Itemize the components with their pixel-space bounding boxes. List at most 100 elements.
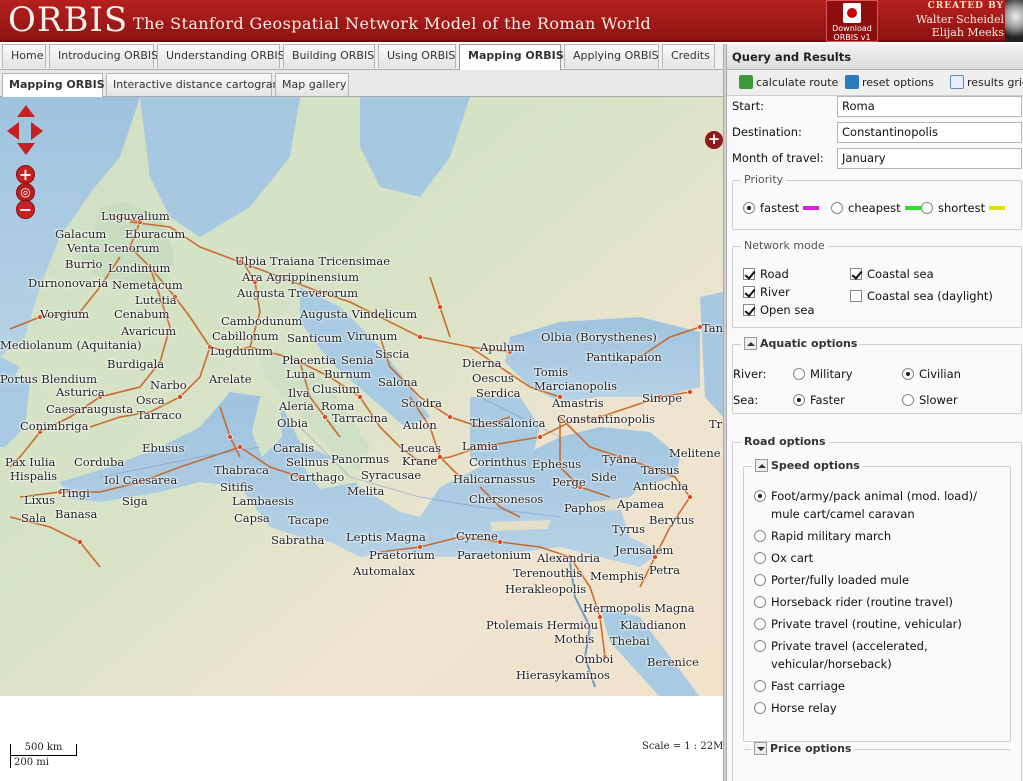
network-legend: Network mode	[741, 239, 828, 252]
military-label: Military	[810, 367, 853, 381]
reset-options-button[interactable]: reset options	[845, 74, 934, 92]
speed-option-radio[interactable]: Rapid military march	[754, 527, 891, 545]
place-label: Panormus	[331, 452, 390, 466]
place-label: Clusium	[312, 382, 360, 396]
radio-icon	[754, 702, 766, 714]
speed-option-radio[interactable]: Foot/army/pack animal (mod. load)/ mule c…	[754, 487, 977, 523]
place-label: Avaricum	[121, 324, 177, 338]
river-checkbox[interactable]: River	[743, 285, 790, 300]
place-label: Pax Iulia	[5, 455, 56, 469]
collapse-up-icon[interactable]	[755, 459, 768, 472]
layer-switcher-icon[interactable]: +	[705, 131, 723, 149]
priority-cheapest-radio[interactable]: cheapest	[831, 201, 921, 216]
month-select[interactable]: January	[837, 148, 1022, 169]
download-orbis-button[interactable]: Download ORBIS v1	[826, 0, 878, 42]
river-military-radio[interactable]: Military	[793, 367, 853, 382]
results-grid-button[interactable]: results grid	[950, 74, 1023, 92]
reset-icon	[845, 75, 859, 89]
start-input[interactable]: Roma	[837, 96, 1022, 117]
pan-left-icon[interactable]	[7, 122, 19, 140]
place-label: Placentia	[282, 353, 337, 367]
place-label: Dierna	[462, 356, 502, 370]
aquatic-legend[interactable]: Aquatic options	[741, 337, 861, 350]
tab-applying[interactable]: Applying ORBIS	[564, 44, 659, 68]
cheapest-swatch	[904, 206, 921, 210]
place-label: Mediolanum (Aquitania)	[0, 338, 142, 352]
tab-understanding[interactable]: Understanding ORBIS	[157, 44, 285, 68]
place-label: Caesaraugusta	[46, 402, 134, 416]
created-by-label: CREATED BY	[927, 1, 1004, 11]
place-label: Ebusus	[142, 441, 185, 455]
place-label: Tarsus	[641, 463, 680, 477]
tab-using[interactable]: Using ORBIS	[378, 44, 456, 68]
place-label: Ptolemais Hermiou	[486, 618, 599, 632]
orbis-logo[interactable]: ORBIS	[8, 0, 128, 40]
tab-introducing[interactable]: Introducing ORBIS	[49, 44, 158, 68]
coastal-sea-checkbox[interactable]: Coastal sea	[850, 267, 934, 282]
pan-up-icon[interactable]	[17, 105, 35, 117]
price-options-fieldset: Price options	[743, 742, 1011, 779]
place-label: Paraetonium	[457, 548, 532, 562]
place-label: Santicum	[287, 331, 343, 345]
destination-input[interactable]: Constantinopolis	[837, 122, 1022, 143]
open-sea-checkbox[interactable]: Open sea	[743, 303, 815, 318]
speed-option-radio[interactable]: Horseback rider (routine travel)	[754, 593, 953, 611]
speed-option-radio[interactable]: Porter/fully loaded mule	[754, 571, 909, 589]
place-label: Burrio	[65, 257, 103, 271]
coastal-daylight-checkbox[interactable]: Coastal sea (daylight)	[850, 289, 993, 304]
pan-right-icon[interactable]	[31, 122, 43, 140]
speed-option-radio[interactable]: Private travel (accelerated, vehicular/ho…	[754, 637, 928, 673]
place-label: Conimbriga	[20, 419, 89, 433]
speed-option-radio[interactable]: Horse relay	[754, 699, 837, 717]
tab-home[interactable]: Home	[2, 44, 46, 68]
zoom-out-icon[interactable]: −	[16, 200, 35, 219]
speed-option-label: Private travel (accelerated,	[771, 639, 928, 653]
place-label: Scodra	[401, 396, 442, 410]
tab-mapping[interactable]: Mapping ORBIS	[459, 44, 564, 70]
main-tab-bar: Home Introducing ORBIS Understanding ORB…	[0, 44, 724, 70]
place-label: Luguvalium	[101, 209, 170, 223]
place-label: Halicarnassus	[453, 472, 536, 486]
speed-option-radio[interactable]: Private travel (routine, vehicular)	[754, 615, 962, 633]
radio-icon	[831, 202, 843, 214]
calculate-route-button[interactable]: calculate route	[739, 74, 838, 92]
radio-icon	[793, 368, 805, 380]
tab-building[interactable]: Building ORBIS	[283, 44, 375, 68]
place-label: Hierasykaminos	[516, 668, 610, 682]
river-civilian-radio[interactable]: Civilian	[902, 367, 961, 382]
place-label: Paphos	[564, 501, 606, 515]
sea-slower-radio[interactable]: Slower	[902, 393, 958, 408]
credits-block: CREATED BY Walter Scheidel Elijah Meeks	[880, 0, 1004, 39]
subtab-cartogram[interactable]: Interactive distance cartogram	[106, 73, 283, 96]
subtab-mapping-orbis[interactable]: Mapping ORBIS	[2, 73, 105, 97]
place-label: Melita	[347, 484, 385, 498]
sub-tab-bar: Mapping ORBIS Interactive distance carto…	[0, 70, 724, 97]
place-label: Sala	[21, 511, 47, 525]
priority-fastest-radio[interactable]: fastest	[743, 201, 820, 216]
place-label: Salona	[378, 375, 418, 389]
panel-title: Query and Results	[727, 44, 1023, 70]
tab-credits[interactable]: Credits	[662, 44, 715, 68]
speed-options-fieldset: Speed options Foot/army/pack animal (mod…	[743, 459, 1011, 742]
pan-down-icon[interactable]	[17, 143, 35, 155]
speed-legend[interactable]: Speed options	[752, 459, 863, 472]
subtab-map-gallery[interactable]: Map gallery	[275, 73, 349, 96]
place-label: Aulon	[403, 418, 437, 432]
place-label: Londinium	[108, 261, 171, 275]
radio-icon	[754, 596, 766, 608]
speed-option-radio[interactable]: Fast carriage	[754, 677, 845, 695]
place-label: Carthago	[290, 470, 345, 484]
collapse-up-icon[interactable]	[744, 337, 757, 350]
priority-shortest-radio[interactable]: shortest	[921, 201, 1006, 216]
price-legend[interactable]: Price options	[751, 742, 855, 755]
expand-down-icon[interactable]	[754, 742, 767, 755]
slower-label: Slower	[919, 393, 958, 407]
zoom-in-icon[interactable]: +	[16, 165, 35, 184]
sea-faster-radio[interactable]: Faster	[793, 393, 845, 408]
place-label: Antiochia	[633, 479, 689, 493]
place-label: Banasa	[55, 507, 98, 521]
road-checkbox[interactable]: Road	[743, 267, 789, 282]
roman-world-map[interactable]: Luguvalium Galacum Eburacum Venta Icenor…	[0, 97, 723, 696]
speed-option-radio[interactable]: Ox cart	[754, 549, 813, 567]
place-label: Corduba	[74, 455, 125, 469]
